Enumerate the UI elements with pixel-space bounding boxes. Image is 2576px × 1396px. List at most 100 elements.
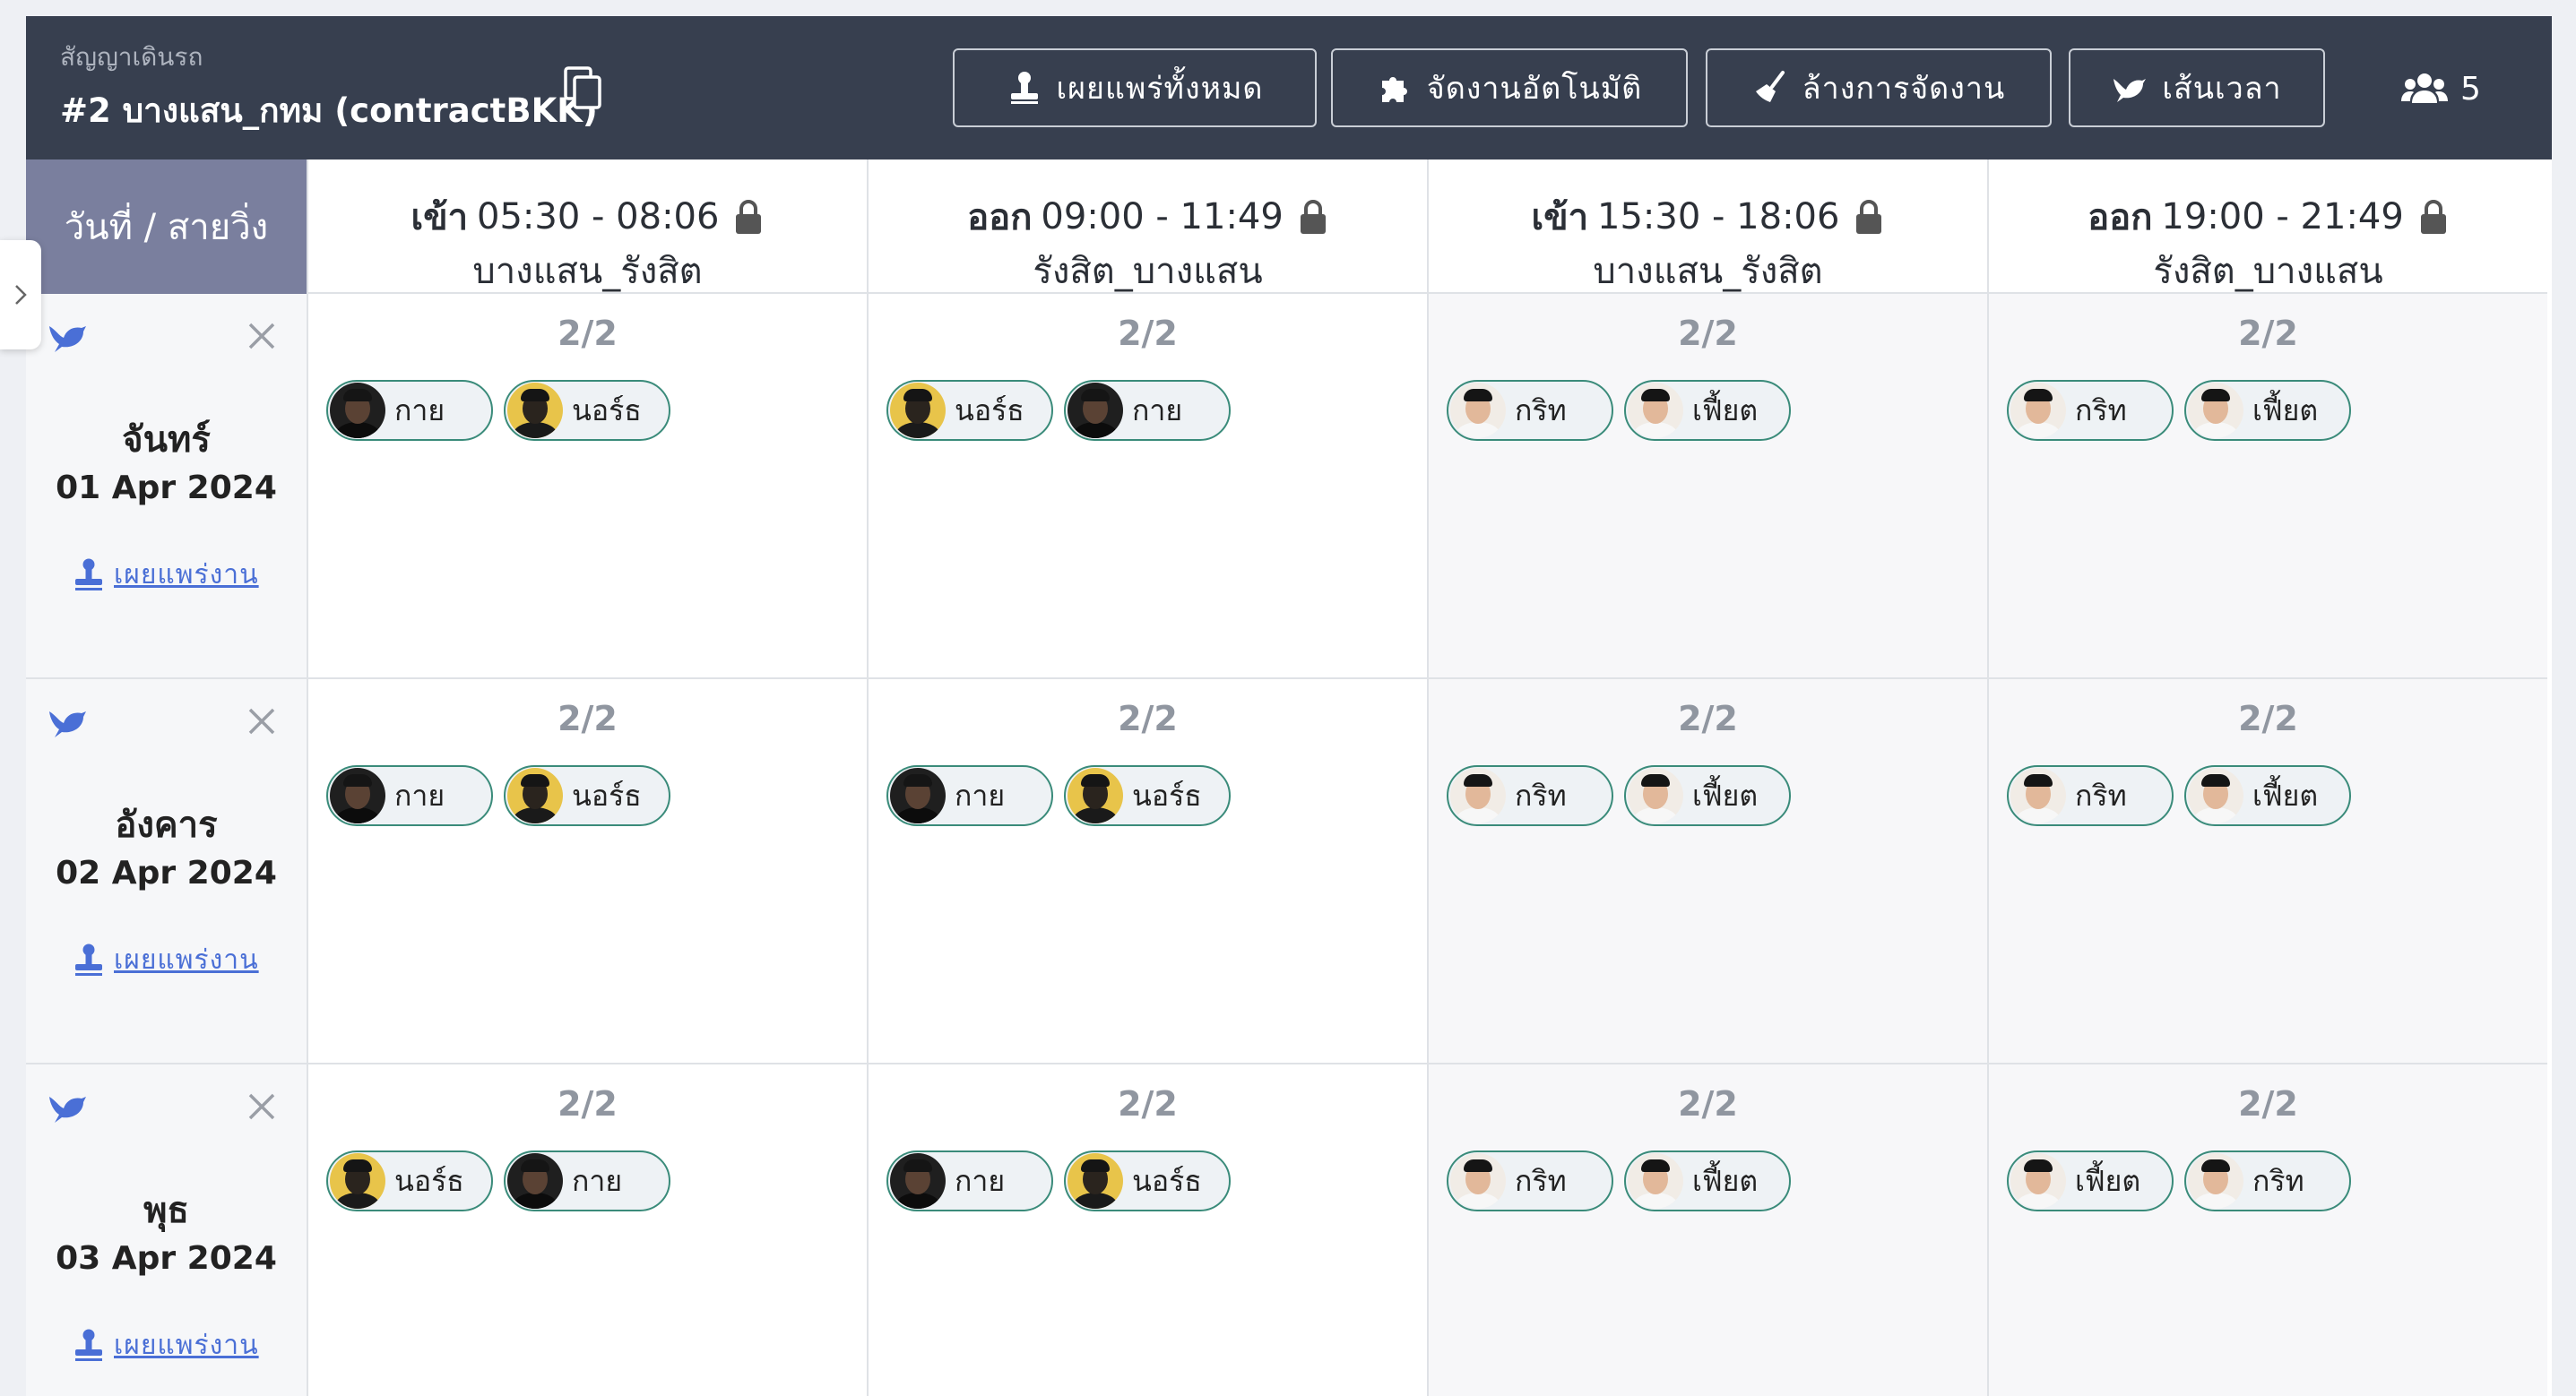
staff-chip[interactable]: เฟี้ยต [1624, 1150, 1791, 1211]
lock-icon[interactable] [1854, 198, 1884, 236]
lock-icon[interactable] [733, 198, 764, 236]
avatar-body [1633, 807, 1678, 823]
avatar-hair [2201, 389, 2230, 401]
lock-icon[interactable] [1298, 198, 1328, 236]
staff-chip[interactable]: กริท [1447, 765, 1613, 826]
slot-count: 2/2 [2238, 314, 2298, 353]
staff-chip[interactable]: นอร์ธ [504, 380, 670, 441]
sidebar-expand-tab[interactable] [0, 240, 41, 349]
shift-slot[interactable]: 2/2 กริท เฟี้ยต [1987, 679, 2547, 1064]
staff-chip[interactable]: กริท [2184, 1150, 2351, 1211]
timeline-bird-icon[interactable] [48, 1090, 89, 1125]
day-cell: จันทร์ 01 Apr 2024 เผยแพร่งาน [26, 294, 307, 679]
avatar [507, 768, 563, 823]
staff-name: กาย [394, 392, 445, 427]
lock-icon[interactable] [2418, 198, 2449, 236]
staff-name: กาย [955, 1163, 1006, 1198]
staff-chip[interactable]: เฟี้ยต [2184, 380, 2351, 441]
staff-chip[interactable]: กาย [326, 380, 493, 441]
top-bar: สัญญาเดินรถ #2 บางแสน_กทม (contractBKK) … [26, 16, 2552, 159]
timeline-bird-icon[interactable] [48, 704, 89, 740]
avatar-body [1633, 422, 1678, 438]
staff-name: เฟี้ยต [2252, 778, 2319, 813]
corner-header: วันที่ / สายวิ่ง [26, 159, 307, 294]
staff-chip[interactable]: กริท [2007, 380, 2174, 441]
publish-all-button[interactable]: เผยแพร่ทั้งหมด [953, 48, 1317, 127]
broom-icon [1755, 71, 1785, 102]
staff-chip[interactable]: เฟี้ยต [1624, 765, 1791, 826]
avatar-body [1633, 1193, 1678, 1209]
publish-day-link[interactable]: เผยแพร่งาน [73, 1324, 259, 1366]
shift-slot[interactable]: 2/2 กาย นอร์ธ [867, 1064, 1427, 1396]
staff-chip[interactable]: นอร์ธ [886, 380, 1053, 441]
staff-chip[interactable]: กาย [326, 765, 493, 826]
avatar-body [335, 422, 380, 438]
puzzle-icon [1381, 77, 1407, 102]
avatar [2010, 383, 2066, 438]
avatar-hair [1641, 389, 1670, 401]
staff-chip[interactable]: กริท [2007, 765, 2174, 826]
staff-chip[interactable]: เฟี้ยต [2184, 765, 2351, 826]
staff-chip-list: กาย นอร์ธ [326, 765, 670, 826]
avatar-body [895, 1193, 940, 1209]
stamp-icon [1010, 72, 1038, 104]
close-icon[interactable] [246, 321, 277, 351]
shift-time-line: ออก 09:00 - 11:49 [869, 188, 1427, 246]
clear-assign-button[interactable]: ล้างการจัดงาน [1706, 48, 2052, 127]
staff-chip-list: กริท เฟี้ยต [1447, 1150, 1791, 1211]
shift-slot[interactable]: 2/2 กริท เฟี้ยต [1987, 294, 2547, 679]
shift-direction: ออก [2088, 197, 2153, 238]
close-icon[interactable] [246, 1091, 277, 1122]
staff-chip[interactable]: นอร์ธ [1064, 765, 1231, 826]
staff-chip[interactable]: กาย [1064, 380, 1231, 441]
shift-slot[interactable]: 2/2 กริท เฟี้ยต [1427, 679, 1987, 1064]
slot-count: 2/2 [2238, 699, 2298, 738]
staff-name: กาย [955, 778, 1006, 813]
shift-slot[interactable]: 2/2 เฟี้ยต กริท [1987, 1064, 2547, 1396]
auto-assign-button[interactable]: จัดงานอัตโนมัติ [1331, 48, 1688, 127]
shift-direction: เข้า [1531, 197, 1589, 238]
avatar [1068, 383, 1123, 438]
staff-chip[interactable]: กาย [886, 765, 1053, 826]
publish-day-link[interactable]: เผยแพร่งาน [73, 554, 259, 596]
staff-name: กริท [1515, 1163, 1567, 1198]
shift-time-line: ออก 19:00 - 21:49 [1989, 188, 2547, 246]
shift-slot[interactable]: 2/2 นอร์ธ กาย [867, 294, 1427, 679]
avatar-body [1073, 1193, 1118, 1209]
people-counter[interactable]: 5 [2401, 66, 2481, 111]
avatar-hair [1641, 1159, 1670, 1172]
staff-chip[interactable]: เฟี้ยต [2007, 1150, 2174, 1211]
close-icon[interactable] [246, 706, 277, 737]
staff-chip[interactable]: กาย [886, 1150, 1053, 1211]
staff-chip[interactable]: เฟี้ยต [1624, 380, 1791, 441]
shift-slot[interactable]: 2/2 นอร์ธ กาย [307, 1064, 867, 1396]
shift-slot[interactable]: 2/2 กริท เฟี้ยต [1427, 1064, 1987, 1396]
copy-icon[interactable] [564, 66, 603, 111]
avatar-hair [2201, 774, 2230, 787]
stamp-icon [75, 1329, 102, 1361]
contract-title: #2 บางแสน_กทม (contractBKK) [60, 91, 598, 130]
timeline-button[interactable]: เส้นเวลา [2069, 48, 2325, 127]
slot-count: 2/2 [558, 1084, 618, 1124]
avatar-hair [2024, 774, 2053, 787]
shift-slot[interactable]: 2/2 กาย นอร์ธ [867, 679, 1427, 1064]
avatar-body [1456, 422, 1500, 438]
staff-chip[interactable]: นอร์ธ [1064, 1150, 1231, 1211]
schedule-frame: สัญญาเดินรถ #2 บางแสน_กทม (contractBKK) … [26, 16, 2552, 1396]
avatar-body [335, 807, 380, 823]
publish-day-link[interactable]: เผยแพร่งาน [73, 939, 259, 981]
avatar-hair [521, 1159, 549, 1172]
timeline-bird-icon[interactable] [48, 319, 89, 355]
shift-route: รังสิต_บางแสน [1033, 251, 1263, 292]
staff-chip[interactable]: นอร์ธ [326, 1150, 493, 1211]
staff-chip[interactable]: กริท [1447, 380, 1613, 441]
staff-chip[interactable]: นอร์ธ [504, 765, 670, 826]
slot-count: 2/2 [2238, 1084, 2298, 1124]
shift-slot[interactable]: 2/2 กาย นอร์ธ [307, 679, 867, 1064]
staff-chip[interactable]: กริท [1447, 1150, 1613, 1211]
avatar-body [1456, 1193, 1500, 1209]
staff-chip[interactable]: กาย [504, 1150, 670, 1211]
shift-slot[interactable]: 2/2 กริท เฟี้ยต [1427, 294, 1987, 679]
avatar-hair [1081, 389, 1110, 401]
shift-slot[interactable]: 2/2 กาย นอร์ธ [307, 294, 867, 679]
